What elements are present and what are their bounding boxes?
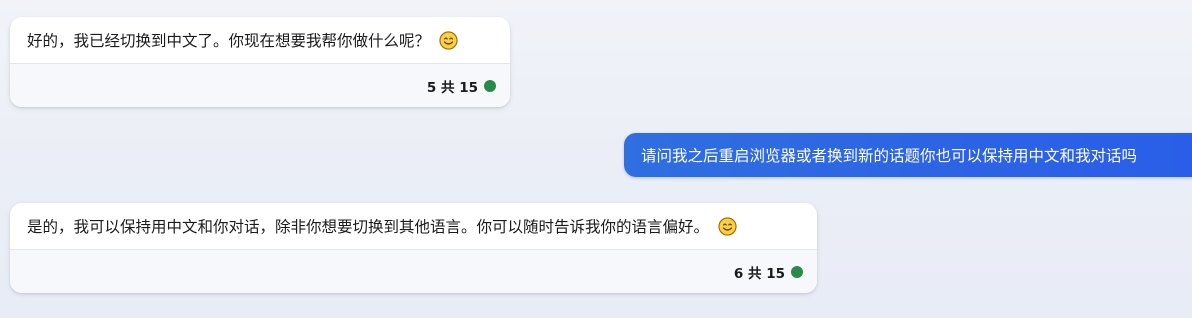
bot-message-footer: 6 共 15 (10, 249, 817, 293)
response-counter: 5 共 15 (427, 76, 496, 96)
bot-message-footer: 5 共 15 (10, 63, 510, 107)
bot-message-text: 好的，我已经切换到中文了。你现在想要我帮你做什么呢？ (27, 32, 431, 50)
status-dot-icon (484, 79, 496, 92)
user-message-text: 请问我之后重启浏览器或者换到新的话题你也可以保持用中文和我对话吗 (641, 147, 1138, 165)
user-message-bubble: 请问我之后重启浏览器或者换到新的话题你也可以保持用中文和我对话吗 (624, 133, 1192, 177)
bot-message-card: 是的，我可以保持用中文和你对话，除非你想要切换到其他语言。你可以随时告诉我你的语… (10, 203, 817, 293)
bot-message-card: 好的，我已经切换到中文了。你现在想要我帮你做什么呢？ 5 共 15 (10, 17, 510, 107)
bot-message-content: 是的，我可以保持用中文和你对话，除非你想要切换到其他语言。你可以随时告诉我你的语… (10, 203, 817, 249)
response-counter-text: 5 共 15 (426, 79, 478, 96)
bot-message-text: 是的，我可以保持用中文和你对话，除非你想要切换到其他语言。你可以随时告诉我你的语… (27, 218, 710, 236)
status-dot-icon (791, 265, 803, 278)
response-counter-text: 6 共 15 (733, 265, 785, 282)
response-counter: 6 共 15 (734, 262, 803, 282)
smiling-face-emoji-icon (439, 30, 458, 50)
bot-message-content: 好的，我已经切换到中文了。你现在想要我帮你做什么呢？ (10, 17, 510, 63)
smiling-face-emoji-icon (718, 216, 737, 236)
